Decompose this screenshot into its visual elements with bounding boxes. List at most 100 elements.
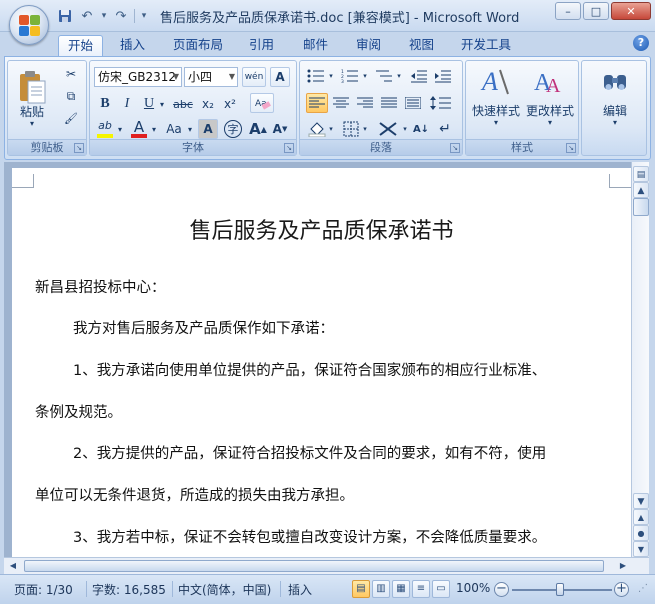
sort-icon[interactable]: A↓ (410, 119, 432, 139)
editing-dropdown-icon[interactable]: ▾ (590, 118, 640, 127)
clipboard-launcher-icon[interactable]: ↘ (74, 143, 84, 153)
undo-icon[interactable]: ↶ (78, 7, 96, 25)
paragraph-launcher-icon[interactable]: ↘ (450, 143, 460, 153)
bold-button[interactable]: B (96, 95, 114, 113)
zoom-out-icon[interactable]: − (494, 582, 509, 597)
grow-font-button[interactable]: A ▲ (248, 119, 268, 139)
scroll-left-icon[interactable]: ◀ (6, 559, 20, 573)
chinese-layout-icon[interactable] (374, 119, 402, 139)
web-layout-icon[interactable]: ▦ (392, 580, 410, 598)
clear-formatting-button[interactable]: Aa (250, 93, 274, 113)
full-screen-reading-icon[interactable]: ▥ (372, 580, 390, 598)
char-border-button[interactable]: A (270, 67, 290, 87)
enclose-chars-button[interactable]: 字 (222, 119, 244, 139)
borders-dropdown-icon[interactable]: ▾ (362, 119, 368, 139)
tab-developer[interactable]: 开发工具 (452, 35, 520, 56)
underline-dropdown-icon[interactable]: ▾ (158, 95, 166, 113)
cut-icon[interactable]: ✂ (62, 65, 80, 83)
format-painter-icon[interactable]: 🖌 (62, 109, 80, 127)
distributed-icon[interactable] (402, 93, 424, 113)
scroll-up-icon[interactable]: ▲ (633, 182, 649, 198)
increase-indent-icon[interactable] (432, 67, 454, 85)
next-page-icon[interactable]: ▼ (633, 541, 649, 557)
page-count[interactable]: 页面: 1/30 (14, 581, 73, 598)
align-left-icon[interactable] (306, 93, 328, 113)
language-indicator[interactable]: 中文(简体，中国) (178, 581, 271, 598)
tab-references[interactable]: 引用 (240, 35, 283, 56)
char-shading-button[interactable]: A (198, 119, 218, 139)
ruler-toggle-icon[interactable]: ▤ (633, 166, 649, 182)
editing-label[interactable]: 编辑 (590, 102, 640, 119)
zoom-level[interactable]: 100% (456, 581, 490, 595)
tab-view[interactable]: 视图 (400, 35, 443, 56)
highlight-dropdown-icon[interactable]: ▾ (116, 119, 124, 139)
numbering-icon[interactable]: 123 (338, 67, 362, 85)
shading-icon[interactable] (306, 119, 328, 139)
subscript-button[interactable]: x₂ (198, 95, 218, 113)
scroll-right-icon[interactable]: ▶ (616, 559, 630, 573)
minimize-button[interactable]: – (555, 2, 581, 20)
font-size-combo[interactable]: 小四 ▼ (184, 67, 238, 87)
change-styles-icon[interactable]: AA (534, 65, 564, 99)
line-spacing-icon[interactable] (428, 93, 454, 113)
italic-button[interactable]: I (118, 95, 136, 113)
binoculars-icon[interactable] (600, 67, 630, 97)
document-page[interactable]: 售后服务及产品质保承诺书 新昌县招投标中心： 我方对售后服务及产品质保作如下承诺… (12, 168, 631, 557)
insert-mode-indicator[interactable]: 插入 (288, 581, 312, 598)
help-icon[interactable]: ? (633, 35, 649, 51)
bullets-icon[interactable] (304, 67, 328, 85)
horizontal-scrollbar[interactable]: ◀ ▶ (4, 557, 649, 574)
draft-view-icon[interactable]: ▭ (432, 580, 450, 598)
previous-page-icon[interactable]: ▲ (633, 509, 649, 525)
strikethrough-button[interactable]: abc (170, 95, 196, 113)
font-launcher-icon[interactable]: ↘ (284, 143, 294, 153)
font-name-combo[interactable]: 仿宋_GB2312 ▼ (94, 67, 182, 87)
multilevel-dropdown-icon[interactable]: ▾ (396, 67, 402, 85)
tab-review[interactable]: 审阅 (347, 35, 390, 56)
quick-styles-label[interactable]: 快速样式 (470, 102, 522, 119)
change-case-dropdown-icon[interactable]: ▾ (186, 119, 194, 139)
vertical-scroll-thumb[interactable] (633, 198, 649, 216)
save-icon[interactable] (56, 7, 74, 25)
copy-icon[interactable]: ⧉ (62, 87, 80, 105)
restore-button[interactable]: □ (583, 2, 609, 20)
shrink-font-button[interactable]: A ▼ (270, 119, 290, 139)
select-browse-object-icon[interactable]: ● (633, 525, 649, 541)
quick-styles-dropdown-icon[interactable]: ▾ (470, 118, 522, 127)
align-center-icon[interactable] (330, 93, 352, 113)
zoom-slider-thumb[interactable] (556, 583, 564, 596)
office-button[interactable] (9, 5, 49, 45)
close-button[interactable]: ✕ (611, 2, 651, 20)
bullets-dropdown-icon[interactable]: ▾ (328, 67, 334, 85)
borders-icon[interactable] (340, 119, 362, 139)
superscript-button[interactable]: x² (220, 95, 240, 113)
quick-styles-icon[interactable]: A (480, 65, 510, 99)
styles-launcher-icon[interactable]: ↘ (566, 143, 576, 153)
phonetic-guide-button[interactable]: wén (242, 67, 266, 87)
change-styles-label[interactable]: 更改样式 (524, 102, 576, 119)
outline-view-icon[interactable]: ≡ (412, 580, 430, 598)
horizontal-scroll-thumb[interactable] (24, 560, 604, 572)
vertical-scrollbar[interactable]: ▤ ▲ ▼ ▲ ● ▼ (631, 162, 649, 557)
tab-mailings[interactable]: 邮件 (294, 35, 337, 56)
tab-page-layout[interactable]: 页面布局 (164, 35, 232, 56)
chinese-layout-dropdown-icon[interactable]: ▾ (402, 119, 408, 139)
customize-qat-icon[interactable]: ▾ (139, 7, 149, 25)
decrease-indent-icon[interactable] (408, 67, 430, 85)
underline-button[interactable]: U (140, 95, 158, 113)
change-styles-dropdown-icon[interactable]: ▾ (524, 118, 576, 127)
zoom-in-icon[interactable]: + (614, 582, 629, 597)
justify-icon[interactable] (378, 93, 400, 113)
change-case-button[interactable]: Aa (162, 119, 186, 139)
align-right-icon[interactable] (354, 93, 376, 113)
show-marks-icon[interactable]: ↵ (434, 119, 456, 139)
print-layout-view-icon[interactable]: ▤ (352, 580, 370, 598)
tab-home[interactable]: 开始 (58, 35, 104, 56)
resize-grip-icon[interactable]: ⋰ (638, 583, 648, 594)
multilevel-list-icon[interactable] (372, 67, 396, 85)
font-color-button[interactable]: A (128, 118, 150, 139)
font-color-dropdown-icon[interactable]: ▾ (150, 119, 158, 139)
scroll-down-icon[interactable]: ▼ (633, 493, 649, 509)
highlight-button[interactable]: ab (94, 119, 116, 139)
word-count[interactable]: 字数: 16,585 (92, 581, 166, 598)
